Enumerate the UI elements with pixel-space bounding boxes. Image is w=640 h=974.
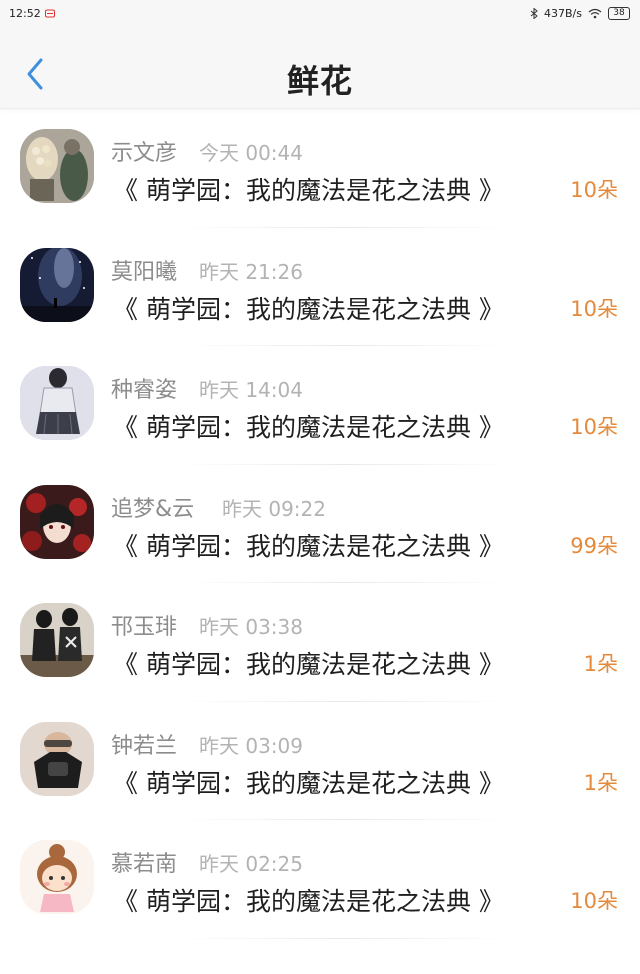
status-left: 12:52 — [9, 7, 55, 20]
battery-icon: 38 — [608, 6, 630, 20]
avatar — [20, 603, 94, 677]
avatar — [20, 247, 94, 322]
flower-count: 10朵 — [570, 296, 618, 321]
book-title: 《 萌学园：我的魔法是花之法典 》 — [113, 176, 504, 205]
sender-name: 慕若南 — [111, 852, 178, 877]
list-item[interactable]: 慕若南 昨天 02:25 《 萌学园：我的魔法是花之法典 》 10朵 — [0, 820, 640, 939]
status-right: 437B/s 38 — [530, 6, 630, 20]
book-title: 《 萌学园：我的魔法是花之法典 》 — [113, 413, 504, 442]
send-time: 昨天 09:22 — [222, 496, 326, 521]
avatar — [20, 840, 94, 914]
flower-count: 10朵 — [570, 178, 618, 202]
sender-name: 钟若兰 — [111, 733, 178, 759]
sender-name: 追梦&云 — [111, 496, 195, 522]
send-time: 昨天 02:25 — [199, 852, 303, 876]
send-time: 昨天 14:04 — [199, 378, 303, 402]
book-title: 《 萌学园：我的魔法是花之法典 》 — [113, 887, 504, 916]
flower-count: 10朵 — [570, 889, 618, 913]
list-item[interactable]: 追梦&云 昨天 09:22 《 萌学园：我的魔法是花之法典 》 99朵 — [0, 465, 640, 584]
list-item[interactable]: 示文彦 今天 00:44 《 萌学园：我的魔法是花之法典 》 10朵 — [0, 109, 640, 228]
list-item[interactable]: 种睿姿 昨天 14:04 《 萌学园：我的魔法是花之法典 》 10朵 — [0, 346, 640, 465]
send-time: 昨天 03:09 — [199, 733, 303, 758]
sender-name: 种睿姿 — [111, 378, 178, 403]
sender-name: 邗玉琲 — [111, 615, 178, 640]
avatar — [20, 484, 94, 559]
flower-count: 10朵 — [570, 415, 618, 439]
send-time: 今天 00:44 — [199, 141, 303, 165]
book-title: 《 萌学园：我的魔法是花之法典 》 — [113, 768, 504, 798]
wifi-icon — [588, 8, 602, 19]
flower-count: 1朵 — [583, 770, 618, 795]
page-title: 鲜花 — [286, 62, 353, 100]
avatar — [20, 129, 94, 203]
send-time: 昨天 21:26 — [199, 259, 303, 284]
flower-count: 99朵 — [570, 533, 618, 558]
header: 鲜花 — [0, 26, 640, 109]
flower-list: 示文彦 今天 00:44 《 萌学园：我的魔法是花之法典 》 10朵 莫阳曦 昨… — [0, 109, 640, 939]
notification-icon — [44, 9, 55, 18]
book-title: 《 萌学园：我的魔法是花之法典 》 — [113, 531, 504, 561]
network-speed: 437B/s — [544, 6, 582, 20]
avatar — [20, 366, 94, 440]
list-item[interactable]: 莫阳曦 昨天 21:26 《 萌学园：我的魔法是花之法典 》 10朵 — [0, 228, 640, 347]
status-time: 12:52 — [9, 6, 41, 20]
send-time: 昨天 03:38 — [199, 615, 303, 639]
bluetooth-icon — [530, 7, 538, 19]
status-bar: 12:52 437B/s 38 — [0, 0, 640, 26]
flower-count: 1朵 — [583, 652, 618, 676]
list-item[interactable]: 邗玉琲 昨天 03:38 《 萌学园：我的魔法是花之法典 》 1朵 — [0, 583, 640, 702]
avatar — [20, 721, 94, 796]
book-title: 《 萌学园：我的魔法是花之法典 》 — [113, 650, 504, 679]
book-title: 《 萌学园：我的魔法是花之法典 》 — [113, 294, 504, 324]
sender-name: 莫阳曦 — [111, 259, 178, 285]
sender-name: 示文彦 — [111, 141, 178, 166]
list-item[interactable]: 钟若兰 昨天 03:09 《 萌学园：我的魔法是花之法典 》 1朵 — [0, 702, 640, 821]
